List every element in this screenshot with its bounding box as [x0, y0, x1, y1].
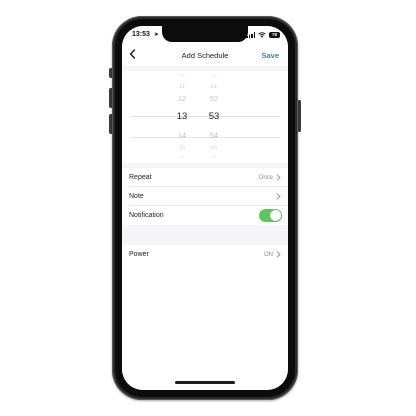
status-indicators: 78	[246, 31, 280, 39]
hour-value[interactable]: 11	[167, 84, 197, 90]
toggle-knob	[270, 210, 281, 221]
battery-icon: 78	[269, 32, 280, 38]
settings-list-power: Power ON	[122, 245, 288, 264]
minute-value[interactable]: 50	[199, 73, 229, 79]
notch	[162, 26, 248, 42]
repeat-row[interactable]: Repeat Once	[122, 168, 288, 187]
chevron-right-icon	[276, 174, 281, 181]
hour-value[interactable]: 15	[167, 145, 197, 151]
minute-value[interactable]: 53	[199, 112, 229, 122]
wifi-icon	[258, 32, 266, 38]
repeat-label: Repeat	[129, 174, 152, 181]
notification-label: Notification	[129, 212, 164, 219]
hour-value[interactable]: 10	[167, 73, 197, 79]
chevron-right-icon	[276, 251, 281, 258]
settings-list-main: Repeat Once Note Notification	[122, 168, 288, 225]
hour-value[interactable]: 12	[167, 95, 197, 103]
home-indicator[interactable]	[175, 381, 235, 384]
power-label: Power	[129, 251, 149, 258]
hour-value[interactable]: 16	[167, 154, 197, 160]
minute-value[interactable]: 51	[199, 84, 229, 90]
power-value: ON	[264, 251, 273, 258]
hour-value[interactable]: 13	[167, 112, 197, 122]
status-time: 13:53	[132, 31, 150, 38]
minute-value[interactable]: 52	[199, 95, 229, 103]
repeat-value: Once	[258, 174, 273, 181]
navigation-bar: Add Schedule Save	[122, 44, 288, 66]
note-label: Note	[129, 193, 144, 200]
minute-value[interactable]: 56	[199, 154, 229, 160]
save-button[interactable]: Save	[261, 51, 279, 60]
minute-value[interactable]: 55	[199, 145, 229, 151]
notification-row: Notification	[122, 206, 288, 225]
phone-frame: 13:53 ➤ 78 Add Schedule Save 10 11 12 13…	[112, 16, 298, 400]
empty-content-area	[122, 264, 288, 390]
time-picker[interactable]: 10 11 12 13 14 15 16 50 51 52 53 54 55 56	[122, 71, 288, 163]
screen: 13:53 ➤ 78 Add Schedule Save 10 11 12 13…	[122, 26, 288, 390]
hour-value[interactable]: 14	[167, 132, 197, 140]
power-row[interactable]: Power ON	[122, 245, 288, 264]
chevron-left-icon[interactable]	[126, 47, 140, 61]
notification-toggle[interactable]	[259, 209, 282, 222]
location-arrow-icon: ➤	[154, 32, 160, 38]
minute-value[interactable]: 54	[199, 132, 229, 140]
note-row[interactable]: Note	[122, 187, 288, 206]
stage: 13:53 ➤ 78 Add Schedule Save 10 11 12 13…	[0, 0, 416, 416]
chevron-right-icon	[276, 193, 281, 200]
